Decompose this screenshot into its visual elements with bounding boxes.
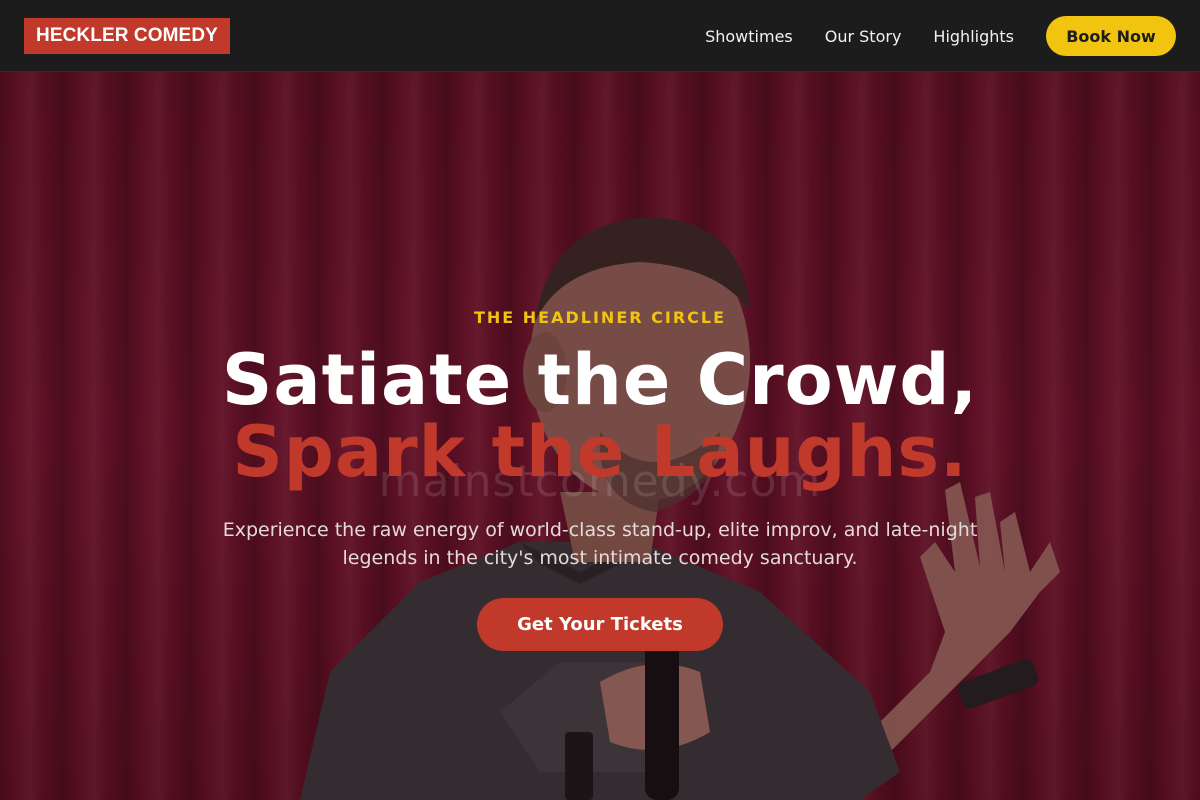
nav-link-our-story[interactable]: Our Story xyxy=(825,27,902,46)
hero-headline: Satiate the Crowd, Spark the Laughs. xyxy=(0,344,1200,488)
main-nav: Showtimes Our Story Highlights xyxy=(705,0,1014,72)
hero-section: THE HEADLINER CIRCLE mainstcomedy.com Sa… xyxy=(0,72,1200,800)
brand-logo[interactable]: HECKLER COMEDY xyxy=(24,18,230,54)
hero-eyebrow: THE HEADLINER CIRCLE xyxy=(473,308,727,327)
get-tickets-button[interactable]: Get Your Tickets xyxy=(477,598,723,651)
headline-line-1: Satiate the Crowd, xyxy=(221,339,979,421)
nav-link-highlights[interactable]: Highlights xyxy=(933,27,1014,46)
book-now-button[interactable]: Book Now xyxy=(1046,16,1176,56)
nav-link-showtimes[interactable]: Showtimes xyxy=(705,27,793,46)
hero-description: Experience the raw energy of world-class… xyxy=(222,519,978,569)
top-navigation-bar: HECKLER COMEDY Showtimes Our Story Highl… xyxy=(0,0,1200,72)
headline-line-2: Spark the Laughs. xyxy=(232,411,968,493)
